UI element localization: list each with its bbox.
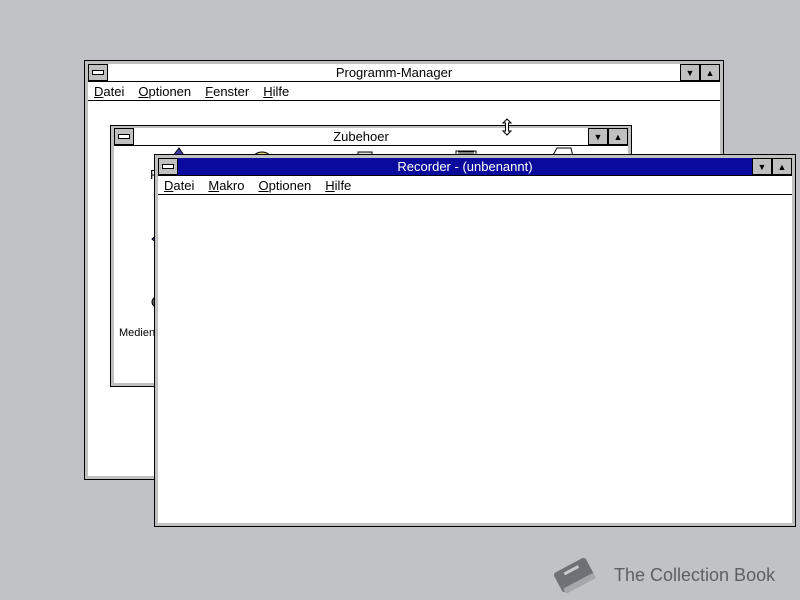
menu-label: akro bbox=[219, 177, 245, 193]
minimize-button[interactable]: ▼ bbox=[680, 64, 700, 81]
window-title: Recorder - (unbenannt) bbox=[397, 159, 533, 174]
menu-hilfe[interactable]: Hilfe bbox=[325, 178, 351, 193]
system-menu-icon bbox=[92, 70, 104, 75]
menu-makro[interactable]: Makro bbox=[208, 178, 244, 193]
minimize-button[interactable]: ▼ bbox=[752, 158, 772, 175]
menu-fenster[interactable]: Fenster bbox=[205, 84, 249, 99]
minimize-icon: ▼ bbox=[685, 67, 695, 78]
zubehoer-titlebar[interactable]: Zubehoer ▼ ▲ bbox=[114, 128, 628, 146]
recorder-window[interactable]: Recorder - (unbenannt) ▼ ▲ Datei Makro O… bbox=[154, 154, 796, 527]
menu-optionen[interactable]: Optionen bbox=[138, 84, 191, 99]
recorder-titlebar[interactable]: Recorder - (unbenannt) ▼ ▲ bbox=[158, 158, 792, 176]
menu-optionen[interactable]: Optionen bbox=[259, 178, 312, 193]
maximize-icon: ▲ bbox=[777, 161, 787, 172]
access-key: H bbox=[263, 83, 273, 99]
menu-hilfe[interactable]: Hilfe bbox=[263, 84, 289, 99]
menu-label: ptionen bbox=[148, 83, 192, 99]
menu-label: ilfe bbox=[334, 177, 352, 193]
menu-label: enster bbox=[213, 83, 250, 99]
access-key: M bbox=[208, 177, 220, 193]
menu-label: atei bbox=[173, 177, 195, 193]
maximize-icon: ▲ bbox=[613, 131, 623, 142]
program-manager-titlebar[interactable]: Programm-Manager ▼ ▲ bbox=[88, 64, 720, 82]
minimize-icon: ▼ bbox=[757, 161, 767, 172]
program-label: Medien bbox=[119, 327, 156, 339]
watermark-text: The Collection Book bbox=[614, 564, 776, 585]
minimize-button[interactable]: ▼ bbox=[588, 128, 608, 145]
access-key: O bbox=[138, 83, 149, 99]
menu-label: ptionen bbox=[268, 177, 312, 193]
resize-cursor-icon bbox=[501, 118, 513, 136]
menu-datei[interactable]: Datei bbox=[164, 178, 194, 193]
maximize-button[interactable]: ▲ bbox=[700, 64, 720, 81]
maximize-icon: ▲ bbox=[705, 67, 715, 78]
system-menu-icon bbox=[118, 134, 130, 139]
recorder-macro-list[interactable] bbox=[158, 195, 792, 523]
system-menu-icon bbox=[162, 164, 174, 169]
system-menu-button[interactable] bbox=[158, 158, 178, 175]
access-key: F bbox=[205, 83, 214, 99]
menu-datei[interactable]: Datei bbox=[94, 84, 124, 99]
book-icon bbox=[554, 557, 596, 594]
window-title: Programm-Manager bbox=[335, 65, 453, 80]
recorder-menubar: Datei Makro Optionen Hilfe bbox=[158, 176, 792, 195]
system-menu-button[interactable] bbox=[88, 64, 108, 81]
window-title: Zubehoer bbox=[333, 129, 389, 144]
menu-label: atei bbox=[103, 83, 125, 99]
system-menu-button[interactable] bbox=[114, 128, 134, 145]
access-key: D bbox=[94, 83, 104, 99]
minimize-icon: ▼ bbox=[593, 131, 603, 142]
maximize-button[interactable]: ▲ bbox=[772, 158, 792, 175]
access-key: O bbox=[258, 177, 269, 193]
menu-label: ilfe bbox=[272, 83, 290, 99]
maximize-button[interactable]: ▲ bbox=[608, 128, 628, 145]
program-manager-menubar: Datei Optionen Fenster Hilfe bbox=[88, 82, 720, 101]
access-key: D bbox=[164, 177, 174, 193]
watermark: The Collection Book bbox=[548, 552, 775, 598]
access-key: H bbox=[325, 177, 335, 193]
